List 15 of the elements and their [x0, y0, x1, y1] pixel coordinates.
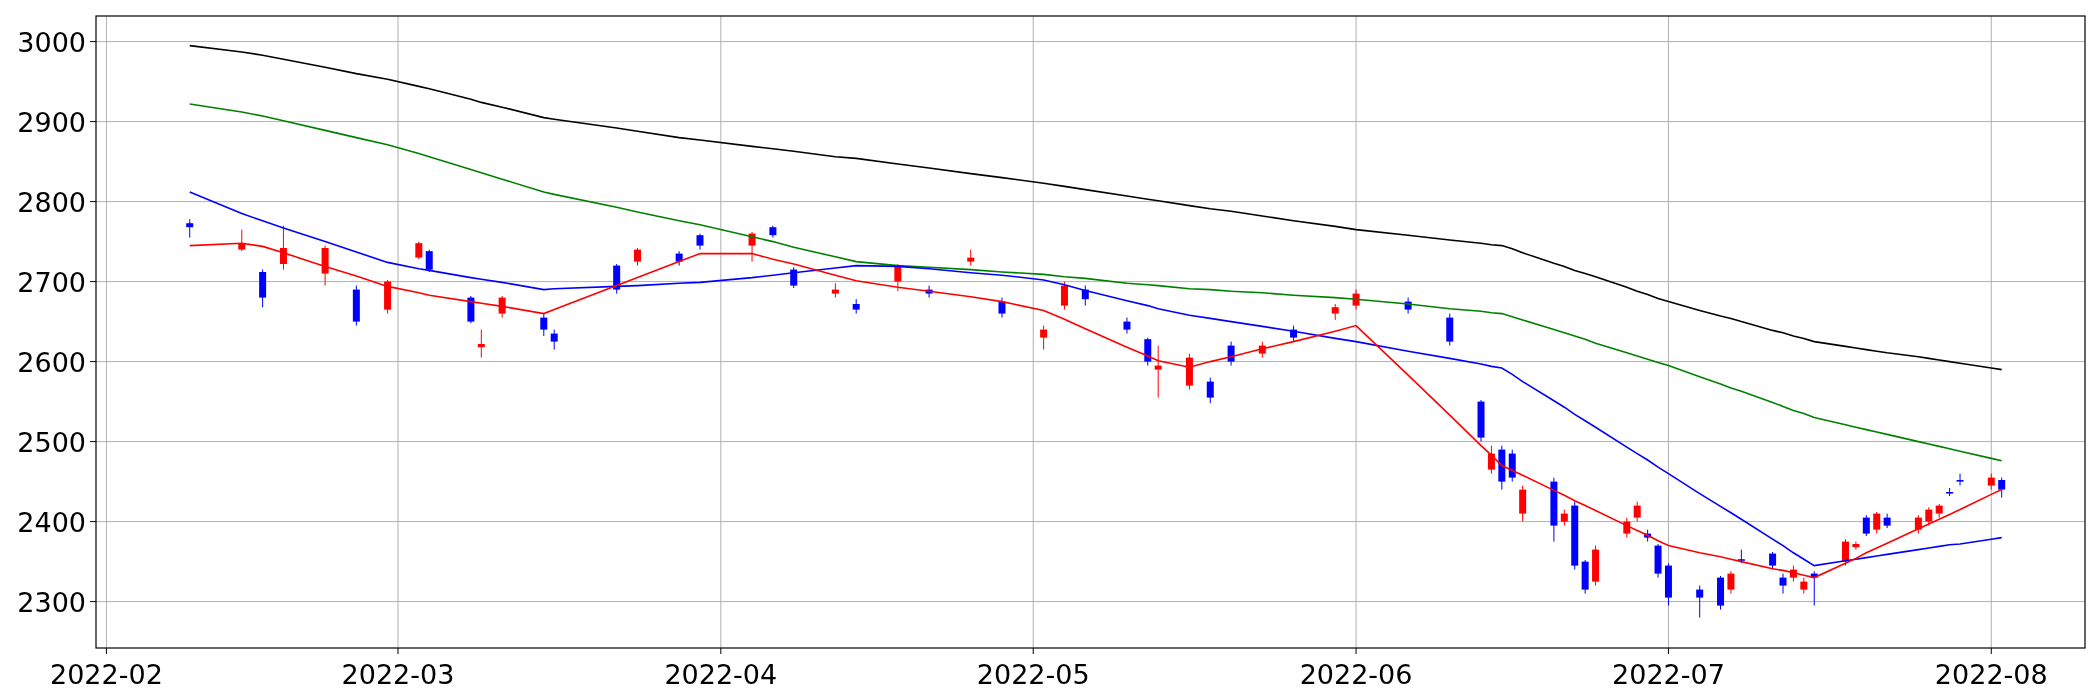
x-tick-label: 2022-05 — [976, 659, 1090, 690]
y-tick-label: 2800 — [17, 186, 86, 218]
y-tick-label: 2700 — [17, 266, 86, 298]
y-tick-label: 3000 — [17, 26, 86, 58]
y-tick-label: 2500 — [17, 426, 86, 458]
y-tick-label: 2900 — [17, 106, 86, 138]
y-tick-label: 2300 — [17, 586, 86, 618]
x-tick-label: 2022-04 — [664, 659, 778, 690]
x-tick-label: 2022-06 — [1299, 659, 1413, 690]
x-tick-label: 2022-02 — [50, 659, 163, 690]
x-tick-label: 2022-07 — [1612, 659, 1725, 690]
x-tick-label: 2022-08 — [1934, 659, 2048, 690]
y-tick-label: 2600 — [17, 346, 86, 378]
x-tick-label: 2022-03 — [341, 659, 455, 690]
y-tick-label: 2400 — [17, 506, 86, 538]
